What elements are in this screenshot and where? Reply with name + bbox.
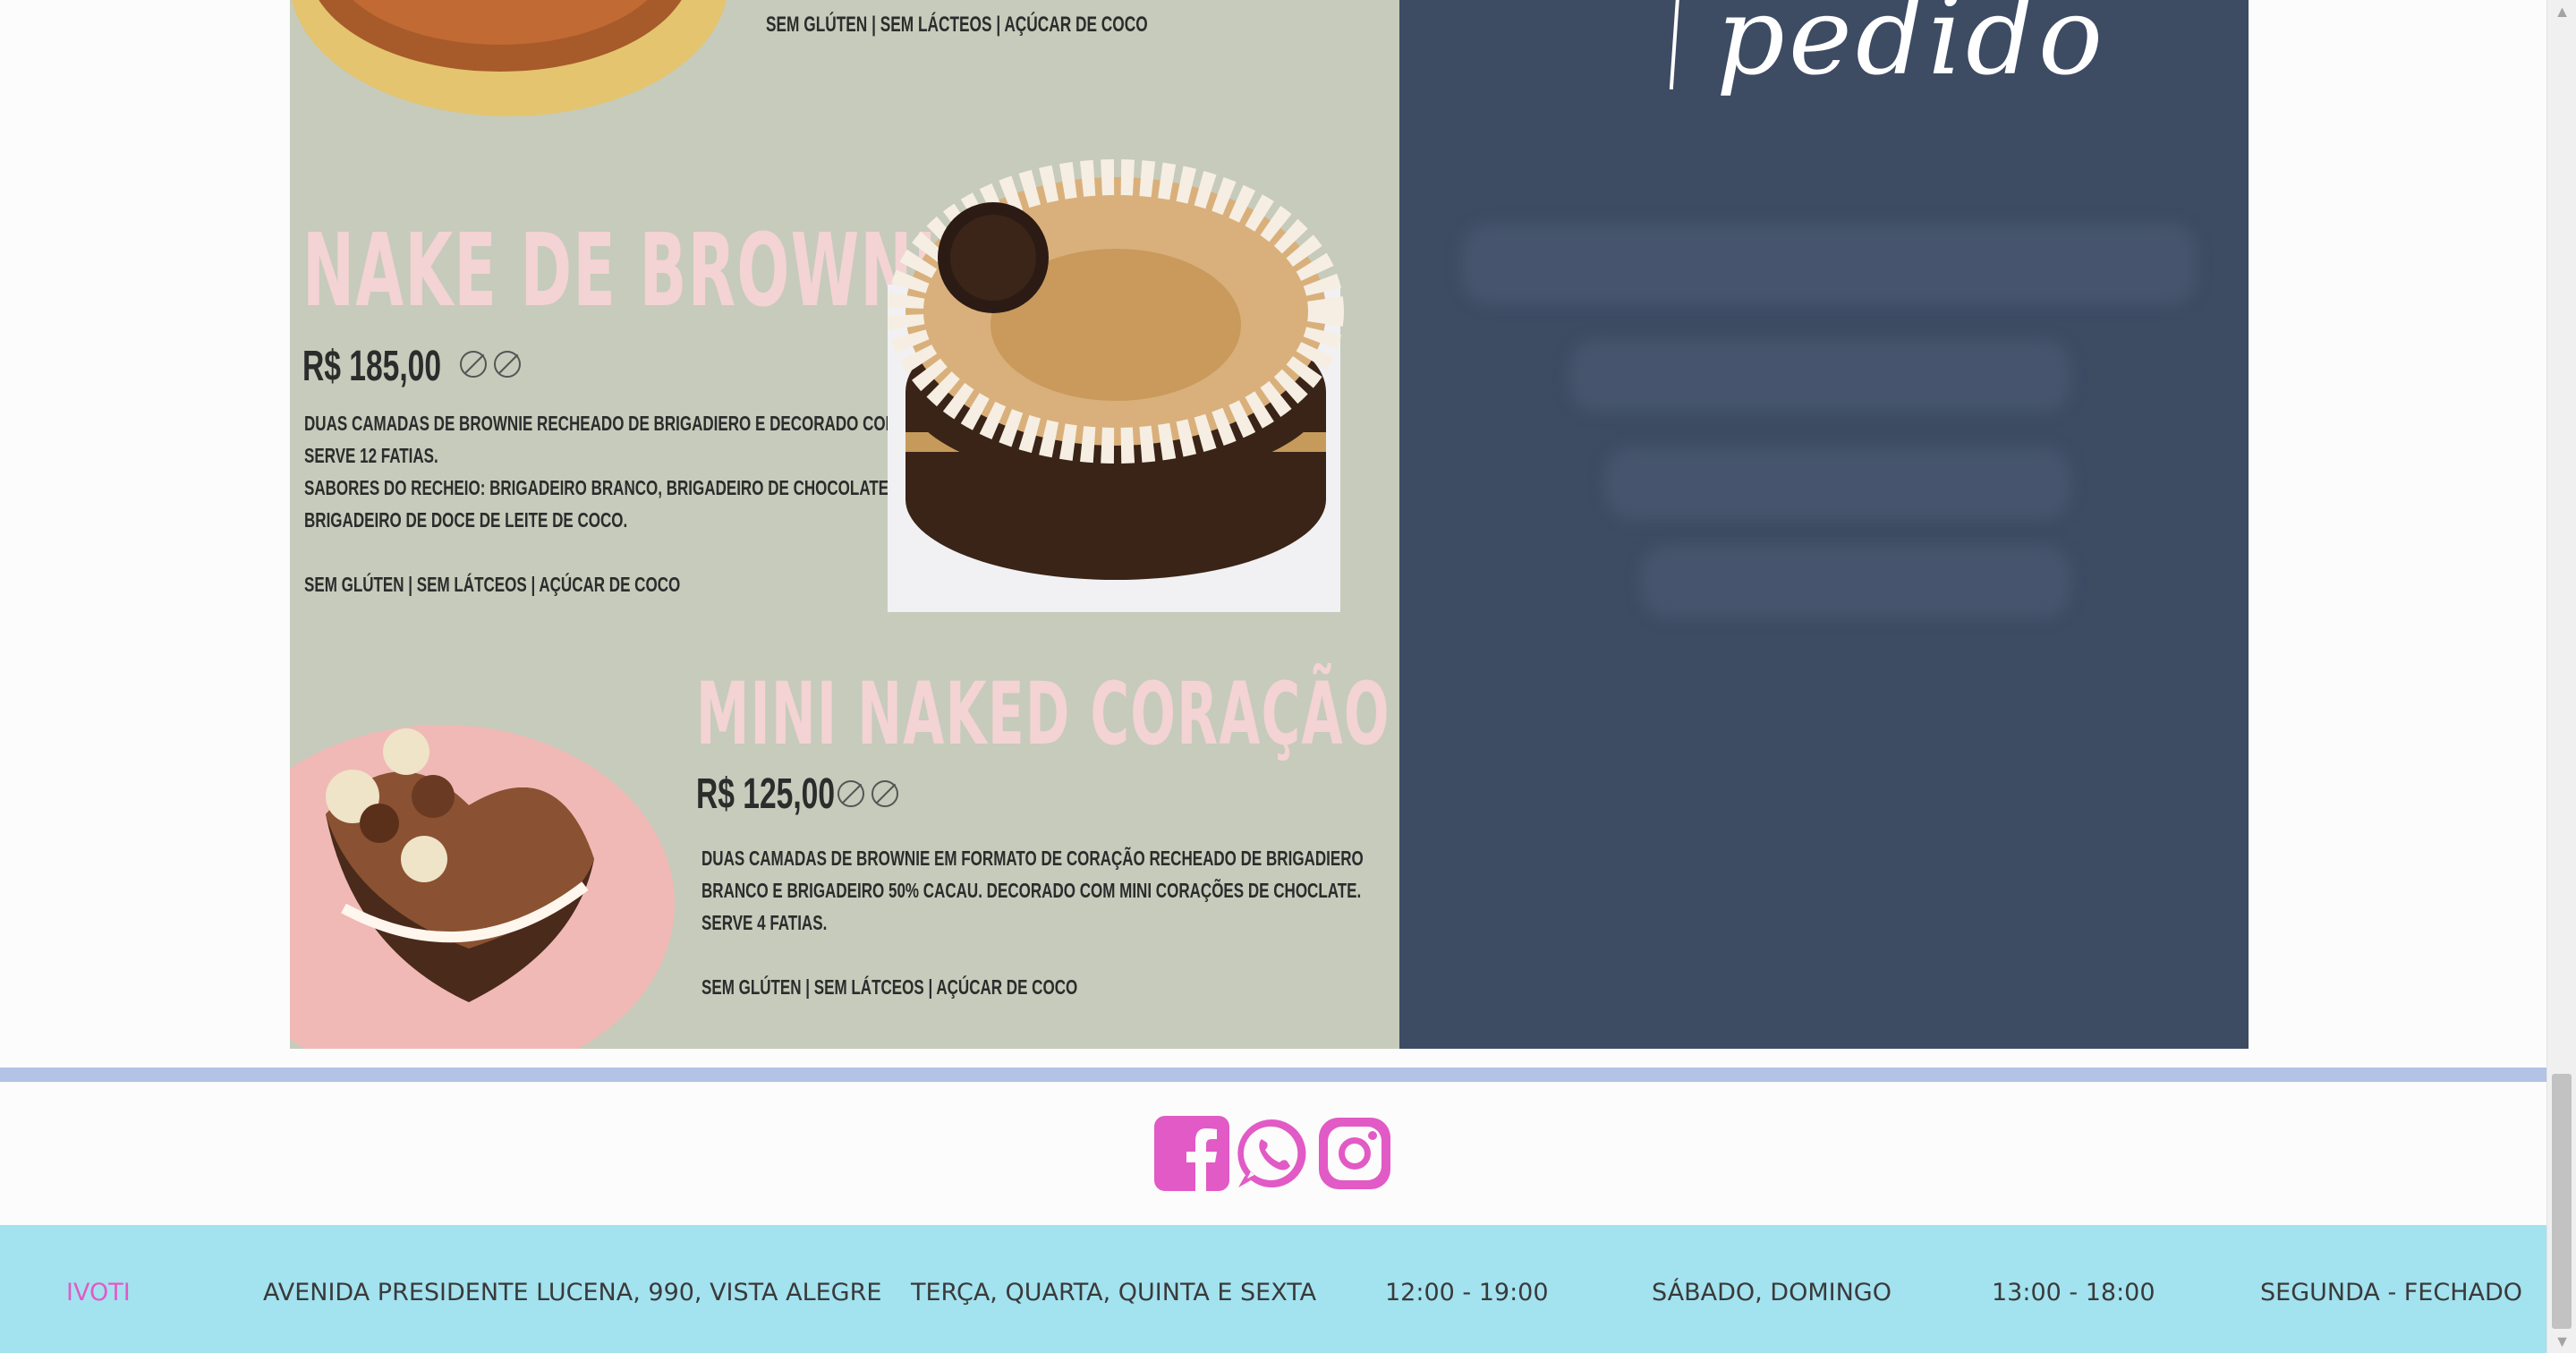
- scroll-down-icon[interactable]: ▼: [2547, 1330, 2576, 1353]
- footer-city: IVOTI: [66, 1279, 131, 1306]
- section-divider: [0, 1068, 2546, 1082]
- facebook-link[interactable]: [1154, 1116, 1229, 1191]
- vertical-scrollbar[interactable]: ▲ ▼: [2546, 0, 2576, 1353]
- footer-weekdays: TERÇA, QUARTA, QUINTA E SEXTA: [911, 1279, 1317, 1306]
- footer-address: AVENIDA PRESIDENTE LUCENA, 990, VISTA AL…: [263, 1279, 882, 1306]
- item1-price: R$ 185,00: [302, 343, 442, 390]
- cake-photo-top: [292, 0, 727, 116]
- facebook-icon: [1154, 1116, 1229, 1191]
- instagram-link[interactable]: [1317, 1116, 1392, 1191]
- whatsapp-link[interactable]: [1235, 1116, 1310, 1191]
- item1-desc-4: BRIGADEIRO DE DOCE DE LEITE DE COCO.: [304, 508, 628, 532]
- item1-title: NAKE DE BROWNIE: [302, 213, 982, 329]
- item2-desc-3: SERVE 4 FATIAS.: [701, 911, 828, 934]
- item1-desc-3: SABORES DO RECHEIO: BRIGADEIRO BRANCO, B…: [304, 476, 916, 499]
- item2-price: R$ 125,00: [696, 770, 836, 818]
- item2-desc-2: BRANCO E BRIGADEIRO 50% CACAU. DECORADO …: [701, 879, 1362, 902]
- item2-allergen-text: SEM GLÚTEN | SEM LÁTCEOS | AÇÚCAR DE COC…: [701, 975, 1078, 999]
- no-dairy-icon: [871, 780, 898, 807]
- menu-card: SEM GLÚTEN | SEM LÁCTEOS | AÇÚCAR DE COC…: [290, 0, 1399, 1049]
- instagram-icon: [1319, 1118, 1390, 1189]
- order-card: [1399, 0, 2249, 1049]
- no-gluten-icon: [494, 351, 521, 378]
- cake-photo-heart: [290, 725, 675, 1049]
- whatsapp-icon: [1237, 1119, 1306, 1187]
- footer-closed: SEGUNDA - FECHADO: [2260, 1279, 2523, 1306]
- item2-title: MINI NAKED CORAÇÃO: [696, 664, 1390, 764]
- no-dairy-icon: [460, 351, 487, 378]
- social-links: [0, 1082, 2546, 1225]
- order-script-text: pedido: [1716, 0, 2107, 99]
- item2-desc-1: DUAS CAMADAS DE BROWNIE EM FORMATO DE CO…: [701, 847, 1364, 870]
- footer-weekend: SÁBADO, DOMINGO: [1652, 1279, 1892, 1306]
- scroll-up-icon[interactable]: ▲: [2547, 0, 2576, 23]
- item1-allergen-text: SEM GLÚTEN | SEM LÁTCEOS | AÇÚCAR DE COC…: [304, 573, 681, 596]
- top-allergen-text: SEM GLÚTEN | SEM LÁCTEOS | AÇÚCAR DE COC…: [766, 13, 1148, 37]
- footer-weekday-hours: 12:00 - 19:00: [1385, 1279, 1549, 1306]
- item1-desc-2: SERVE 12 FATIAS.: [304, 444, 438, 467]
- footer-weekend-hours: 13:00 - 18:00: [1992, 1279, 2155, 1306]
- cake-photo-brownie: [888, 159, 1344, 612]
- footer: IVOTI AVENIDA PRESIDENTE LUCENA, 990, VI…: [0, 1225, 2546, 1353]
- menu-image: SEM GLÚTEN | SEM LÁCTEOS | AÇÚCAR DE COC…: [290, 0, 2249, 1049]
- item1-desc-1: DUAS CAMADAS DE BROWNIE RECHEADO DE BRIG…: [304, 412, 969, 435]
- no-gluten-icon: [837, 780, 864, 807]
- scrollbar-thumb[interactable]: [2552, 1074, 2572, 1329]
